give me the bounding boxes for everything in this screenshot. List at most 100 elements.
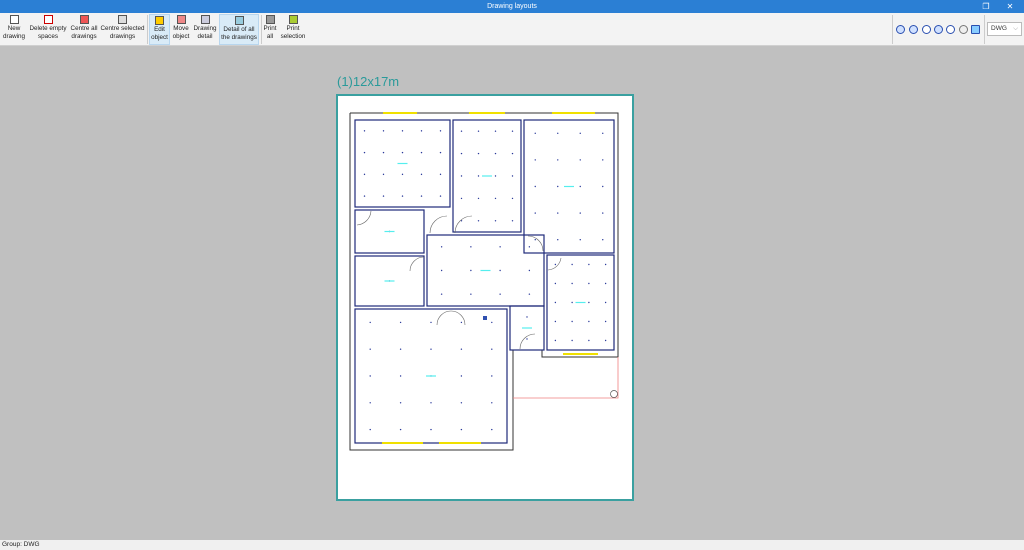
grid-point (494, 152, 497, 155)
grid-point (534, 212, 536, 214)
grid-point (528, 246, 531, 248)
room-label (522, 327, 532, 329)
door-swing (454, 215, 473, 234)
grid-point (554, 320, 557, 323)
grid-point (588, 339, 590, 342)
status-bar: Group: DWG (0, 540, 1024, 550)
grid-point (557, 132, 559, 134)
grid-point (439, 130, 442, 132)
room-label (384, 280, 395, 282)
room-label (564, 185, 574, 188)
grid-point (430, 321, 432, 324)
grid-point (369, 428, 371, 431)
grid-point (528, 269, 531, 272)
grid-point (369, 348, 371, 350)
grid-point (460, 152, 463, 155)
door-swing (409, 256, 425, 272)
grid-point (363, 130, 366, 132)
grid-point (399, 321, 402, 324)
grid-point (491, 321, 493, 324)
grid-point (604, 282, 607, 285)
status-text: Group: DWG (2, 541, 40, 548)
grid-point (439, 173, 442, 176)
grid-point (511, 220, 514, 222)
door-swing (527, 235, 544, 252)
grid-point (557, 212, 559, 214)
grid-point (499, 246, 501, 248)
grid-point (401, 130, 404, 132)
grid-point (534, 159, 536, 161)
grid-point (491, 348, 493, 350)
grid-point (491, 375, 493, 377)
grid-point (363, 173, 366, 176)
grid-point (602, 159, 604, 161)
grid-point (491, 402, 493, 404)
grid-point (491, 428, 493, 431)
grid-point (494, 220, 497, 222)
grid-point (440, 269, 443, 272)
room-label (575, 301, 586, 304)
grid-point (399, 348, 402, 350)
grid-point (499, 293, 501, 295)
grid-point (602, 212, 604, 214)
door-swing (356, 210, 372, 226)
grid-point (602, 132, 604, 134)
grid-point (571, 320, 573, 323)
grid-point (579, 132, 581, 134)
grid-point (369, 402, 371, 404)
grid-point (588, 263, 590, 266)
grid-point (494, 130, 497, 132)
floor-plan[interactable] (0, 0, 1024, 550)
grid-point (511, 130, 514, 132)
grid-point (526, 316, 528, 318)
grid-point (554, 263, 557, 266)
grid-point (588, 282, 590, 285)
grid-point (477, 197, 480, 200)
grid-point (420, 130, 423, 132)
grid-point (460, 375, 463, 377)
grid-point (439, 195, 442, 197)
grid-point (382, 173, 385, 176)
grid-point (571, 301, 573, 304)
grid-point (369, 321, 371, 324)
grid-point (534, 185, 536, 188)
grid-point (602, 185, 604, 188)
grid-point (477, 175, 480, 177)
grid-point (430, 348, 432, 350)
grid-point (382, 195, 385, 197)
room-label (426, 375, 436, 377)
room-label (397, 162, 408, 165)
grid-point (401, 195, 404, 197)
grid-point (470, 269, 472, 272)
grid-point (440, 246, 443, 248)
door-swing (519, 333, 536, 350)
grid-point (602, 239, 604, 241)
grid-point (420, 151, 423, 154)
grid-point (604, 301, 607, 304)
grid-point (579, 185, 581, 188)
grid-point (557, 239, 559, 241)
grid-point (534, 132, 536, 134)
grid-point (494, 175, 497, 177)
grid-point (528, 293, 531, 295)
grid-point (399, 428, 402, 431)
grid-point (460, 130, 463, 132)
grid-point (460, 428, 463, 431)
door-swing (547, 257, 562, 271)
grid-point (399, 402, 402, 404)
grid-point (588, 320, 590, 323)
grid-point (420, 173, 423, 176)
grid-point (499, 269, 501, 272)
grid-point (477, 130, 480, 132)
room-label (482, 175, 492, 177)
grid-point (369, 375, 371, 377)
grid-point (430, 402, 432, 404)
grid-point (460, 197, 463, 200)
grid-point (579, 239, 581, 241)
grid-point (401, 151, 404, 154)
grid-point (526, 338, 528, 340)
fixture-icon (483, 316, 487, 320)
grid-point (494, 197, 497, 200)
grid-point (460, 402, 463, 404)
grid-point (470, 246, 472, 248)
